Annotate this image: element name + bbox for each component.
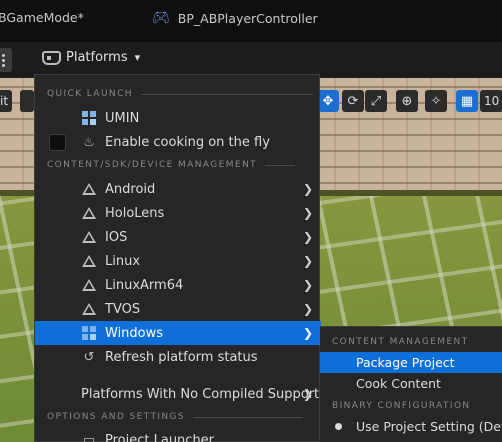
warning-icon bbox=[81, 253, 97, 269]
section-content-management: CONTENT MANAGEMENT bbox=[332, 337, 469, 347]
menu-item-hololens[interactable]: HoloLens ❯ bbox=[35, 201, 321, 225]
menu-item-enable-cooking[interactable]: ♨ Enable cooking on the fly bbox=[35, 130, 321, 154]
viewport-mode-button[interactable] bbox=[20, 90, 34, 112]
menu-item-windows[interactable]: Windows ❯ bbox=[35, 321, 321, 345]
grid-snap-value[interactable]: 10 bbox=[480, 90, 502, 112]
section-quick-launch: QUICK LAUNCH bbox=[47, 89, 313, 99]
menu-item-no-compiled-support[interactable]: Platforms With No Compiled Support ❯ bbox=[35, 382, 321, 406]
tab-strip: BGameMode* 🎮︎ BP_ABPlayerController bbox=[0, 0, 502, 42]
radio-selected-icon bbox=[335, 423, 342, 430]
chevron-right-icon: ❯ bbox=[302, 182, 313, 196]
warning-icon bbox=[81, 205, 97, 221]
section-content-sdk: CONTENT/SDK/DEVICE MANAGEMENT bbox=[47, 160, 295, 170]
cooking-pot-icon: ♨ bbox=[83, 134, 95, 150]
windows-submenu: CONTENT MANAGEMENT Package Project Cook … bbox=[320, 326, 502, 442]
windows-platform-icon bbox=[81, 325, 97, 341]
chevron-right-icon: ❯ bbox=[302, 254, 313, 268]
grid-snap-icon[interactable]: ▦ bbox=[456, 90, 478, 112]
chevron-right-icon: ❯ bbox=[302, 278, 313, 292]
gamepad-icon: 🎮︎ bbox=[152, 10, 170, 26]
menu-item-android[interactable]: Android ❯ bbox=[35, 177, 321, 201]
chevron-right-icon: ❯ bbox=[302, 326, 313, 340]
refresh-icon: ↺ bbox=[83, 349, 95, 365]
warning-icon bbox=[81, 301, 97, 317]
platforms-menu: QUICK LAUNCH UMIN ♨ Enable cooking on th… bbox=[34, 74, 321, 442]
platforms-label: Platforms bbox=[66, 50, 128, 65]
tab-label: BP_ABPlayerController bbox=[177, 10, 318, 26]
tab-player-controller[interactable]: 🎮︎ BP_ABPlayerController bbox=[152, 10, 318, 26]
menu-item-refresh-status[interactable]: ↺ Refresh platform status bbox=[35, 345, 321, 369]
tab-gamemode[interactable]: BGameMode* bbox=[0, 10, 84, 25]
menu-item-umin[interactable]: UMIN bbox=[35, 106, 321, 130]
menu-item-linuxarm64[interactable]: LinuxArm64 ❯ bbox=[35, 273, 321, 297]
chevron-right-icon: ❯ bbox=[302, 230, 313, 244]
section-binary-configuration: BINARY CONFIGURATION bbox=[332, 401, 471, 411]
warning-icon bbox=[81, 181, 97, 197]
main-toolbar: Platforms ▾ bbox=[0, 42, 502, 78]
cooking-checkbox[interactable] bbox=[49, 133, 66, 151]
scale-tool-icon[interactable]: ⤢ bbox=[365, 90, 387, 112]
chevron-right-icon: ❯ bbox=[302, 387, 313, 401]
chevron-down-icon: ▾ bbox=[134, 51, 141, 64]
viewport-options-button[interactable]: it bbox=[0, 90, 13, 112]
chevron-right-icon: ❯ bbox=[302, 302, 313, 316]
menu-item-ios[interactable]: IOS ❯ bbox=[35, 225, 321, 249]
cook-content-item[interactable]: Cook Content bbox=[320, 373, 502, 394]
platforms-button[interactable]: Platforms ▾ bbox=[42, 50, 140, 65]
menu-item-tvos[interactable]: TVOS ❯ bbox=[35, 297, 321, 321]
toolbar-grip-handle[interactable] bbox=[0, 48, 12, 72]
chevron-right-icon: ❯ bbox=[302, 206, 313, 220]
rotate-tool-icon[interactable]: ⟳ bbox=[342, 90, 364, 112]
use-project-setting-item[interactable]: Use Project Setting (Deve bbox=[320, 416, 502, 437]
project-tile-icon bbox=[81, 110, 97, 126]
launcher-icon: ▭ bbox=[82, 432, 96, 442]
package-project-item[interactable]: Package Project bbox=[320, 352, 502, 373]
warning-icon bbox=[81, 229, 97, 245]
menu-item-linux[interactable]: Linux ❯ bbox=[35, 249, 321, 273]
section-options: OPTIONS AND SETTINGS bbox=[47, 412, 304, 422]
world-space-icon[interactable]: ⊕ bbox=[396, 90, 418, 112]
menu-item-project-launcher[interactable]: ▭ Project Launcher bbox=[35, 428, 321, 442]
surface-snap-icon[interactable]: ✧ bbox=[425, 90, 447, 112]
warning-icon bbox=[81, 277, 97, 293]
platforms-icon bbox=[42, 50, 61, 65]
